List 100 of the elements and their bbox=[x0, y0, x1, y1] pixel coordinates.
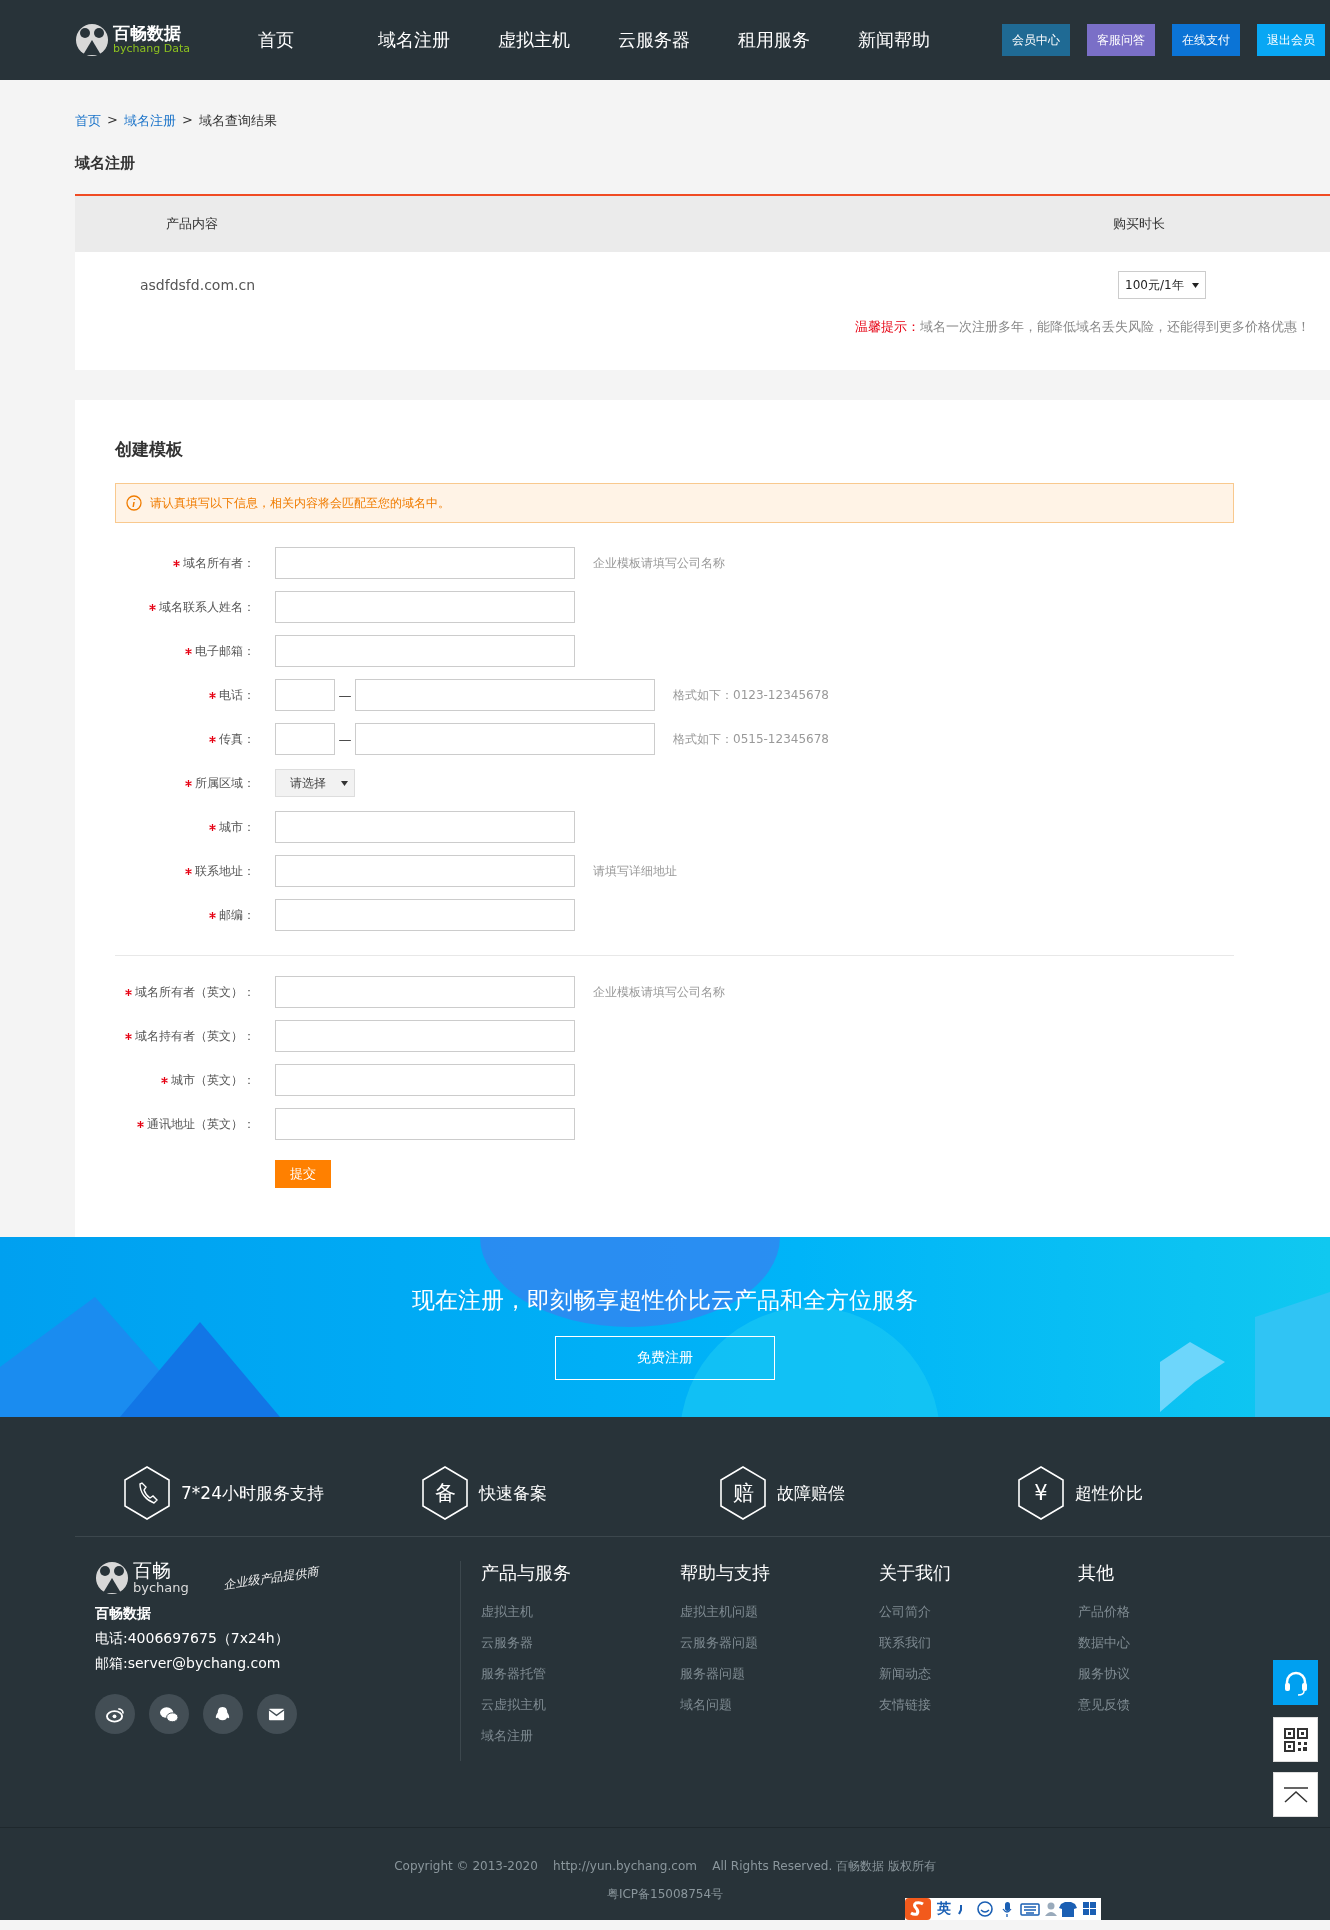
back-to-top-button[interactable] bbox=[1273, 1772, 1318, 1817]
nav-link[interactable]: 租用服务 bbox=[738, 28, 858, 52]
header-button[interactable]: 会员中心 bbox=[1002, 24, 1070, 56]
input-field[interactable] bbox=[275, 591, 575, 623]
input-field[interactable] bbox=[275, 855, 575, 887]
field-hint: 格式如下：0515-12345678 bbox=[673, 730, 829, 748]
notice-text: 请认真填写以下信息，相关内容将会匹配至您的域名中。 bbox=[150, 494, 450, 512]
logo-name: 百畅数据 bbox=[113, 25, 182, 44]
footer-link[interactable]: 服务器问题 bbox=[680, 1665, 879, 1696]
breadcrumb-link[interactable]: 首页 bbox=[75, 112, 101, 130]
feature-label: 快速备案 bbox=[479, 1481, 547, 1505]
info-icon bbox=[126, 495, 142, 511]
footer-link[interactable]: 虚拟主机问题 bbox=[680, 1603, 879, 1634]
number-field[interactable] bbox=[355, 723, 655, 755]
field-label: 城市： bbox=[219, 818, 255, 836]
footer-link[interactable]: 公司简介 bbox=[879, 1603, 1078, 1634]
field-label: 域名持有者（英文）： bbox=[135, 1027, 255, 1045]
header-button[interactable]: 客服问答 bbox=[1087, 24, 1155, 56]
input-field[interactable] bbox=[275, 547, 575, 579]
area-code-field[interactable] bbox=[275, 679, 335, 711]
input-field[interactable] bbox=[275, 811, 575, 843]
field-label: 域名所有者： bbox=[183, 554, 255, 572]
penguin-icon[interactable] bbox=[203, 1694, 243, 1734]
footer-link[interactable]: 域名问题 bbox=[680, 1696, 879, 1727]
input-field[interactable] bbox=[275, 976, 575, 1008]
input-field[interactable] bbox=[275, 1064, 575, 1096]
qr-button[interactable] bbox=[1273, 1717, 1318, 1762]
submit-button[interactable]: 提交 bbox=[275, 1160, 331, 1188]
footer-column-title: 关于我们 bbox=[879, 1561, 952, 1585]
footer-link[interactable]: 新闻动态 bbox=[879, 1665, 1078, 1696]
footer-link[interactable]: 服务器托管 bbox=[481, 1665, 680, 1696]
breadcrumb-separator: > bbox=[181, 112, 193, 129]
field-label: 电子邮箱： bbox=[195, 642, 255, 660]
copyright-text: Copyright © 2013-2020 http://yun.bychang.com All Rights Reserved. 百畅数据 版权所有 bbox=[393, 1858, 937, 1875]
cube-shape bbox=[1160, 1342, 1225, 1412]
ime-mode[interactable]: 英 bbox=[937, 1900, 951, 1918]
input-field[interactable] bbox=[275, 635, 575, 667]
brand-name: 百畅 bbox=[133, 1561, 172, 1582]
feature-glyph: 赔 bbox=[732, 1480, 754, 1506]
dash-separator: — bbox=[337, 731, 353, 747]
breadcrumb-link[interactable]: 域名注册 bbox=[123, 112, 176, 130]
field-label: 联系地址： bbox=[195, 862, 255, 880]
logo-icon bbox=[75, 23, 109, 57]
field-label: 传真： bbox=[219, 730, 255, 748]
area-code-field[interactable] bbox=[275, 723, 335, 755]
input-field[interactable] bbox=[275, 1020, 575, 1052]
header-button[interactable]: 退出会员 bbox=[1257, 24, 1325, 56]
mail-icon[interactable] bbox=[257, 1694, 297, 1734]
breadcrumb-separator: > bbox=[107, 112, 118, 129]
email-text: 邮箱:server@bychang.com bbox=[95, 1654, 282, 1673]
hexagon-icon bbox=[421, 1465, 469, 1521]
domain-name: asdfdsfd.com.cn bbox=[140, 277, 257, 293]
footer-link[interactable]: 域名注册 bbox=[481, 1727, 680, 1758]
up-caret-icon bbox=[1282, 1786, 1309, 1803]
field-hint: 请填写详细地址 bbox=[593, 862, 677, 880]
qr-code-icon bbox=[1283, 1727, 1308, 1752]
footer-link[interactable]: 服务协议 bbox=[1078, 1665, 1277, 1696]
support-button[interactable] bbox=[1273, 1660, 1318, 1705]
column-header: 购买时长 bbox=[1113, 215, 1166, 233]
weibo-icon[interactable] bbox=[95, 1694, 135, 1734]
field-hint: 企业模板请填写公司名称 bbox=[593, 554, 725, 572]
field-hint: 企业模板请填写公司名称 bbox=[593, 983, 725, 1001]
footer-link[interactable]: 联系我们 bbox=[879, 1634, 1078, 1665]
nav-link[interactable]: 云服务器 bbox=[618, 28, 738, 52]
field-label: 邮编： bbox=[219, 906, 255, 924]
region-select[interactable]: 请选择 bbox=[275, 769, 355, 797]
column-header: 产品内容 bbox=[166, 215, 219, 233]
register-button[interactable]: 免费注册 bbox=[555, 1336, 775, 1380]
footer-link[interactable]: 友情链接 bbox=[879, 1696, 1078, 1727]
field-label: 城市（英文）： bbox=[171, 1071, 255, 1089]
number-field[interactable] bbox=[355, 679, 655, 711]
footer-link[interactable]: 虚拟主机 bbox=[481, 1603, 680, 1634]
footer-link[interactable]: 意见反馈 bbox=[1078, 1696, 1277, 1727]
nav-link[interactable]: 域名注册 bbox=[378, 28, 498, 52]
nav-link[interactable]: 新闻帮助 bbox=[858, 28, 978, 52]
input-field[interactable] bbox=[275, 1108, 575, 1140]
field-label: 通讯地址（英文）： bbox=[147, 1115, 255, 1133]
footer-link[interactable]: 产品价格 bbox=[1078, 1603, 1277, 1634]
field-hint: 格式如下：0123-12345678 bbox=[673, 686, 829, 704]
footer-link[interactable]: 云服务器问题 bbox=[680, 1634, 879, 1665]
wechat-icon[interactable] bbox=[149, 1694, 189, 1734]
footer-link[interactable]: 数据中心 bbox=[1078, 1634, 1277, 1665]
footer-link[interactable]: 云服务器 bbox=[481, 1634, 680, 1665]
field-label: 电话： bbox=[219, 686, 255, 704]
duration-select[interactable]: 100元/1年 bbox=[1118, 271, 1206, 299]
nav-link[interactable]: 虚拟主机 bbox=[498, 28, 618, 52]
hexagon-icon bbox=[1017, 1465, 1065, 1521]
section-title: 域名注册 bbox=[73, 153, 136, 174]
input-field[interactable] bbox=[275, 899, 575, 931]
footer-link[interactable]: 云虚拟主机 bbox=[481, 1696, 680, 1727]
header-button[interactable]: 在线支付 bbox=[1172, 24, 1240, 56]
footer-column-title: 其他 bbox=[1078, 1561, 1115, 1585]
feature-label: 超性价比 bbox=[1075, 1481, 1143, 1505]
field-label: 域名联系人姓名： bbox=[159, 598, 255, 616]
logo-icon bbox=[95, 1561, 129, 1595]
company-name: 百畅数据 bbox=[95, 1604, 152, 1623]
field-label: 域名所有者（英文）： bbox=[135, 983, 255, 1001]
nav-link[interactable]: 首页 bbox=[258, 28, 378, 52]
tip-text: 温馨提示：域名一次注册多年，能降低域名丢失风险，还能得到更多价格优惠！ bbox=[854, 318, 1311, 336]
ime-tools-icon[interactable] bbox=[957, 1901, 1097, 1917]
